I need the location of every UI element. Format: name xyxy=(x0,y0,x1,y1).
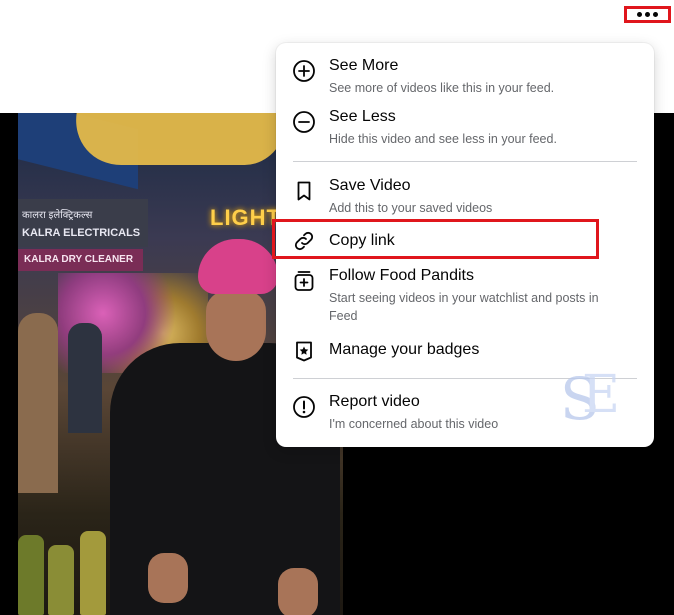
bystander-left xyxy=(18,313,58,493)
plus-circle-icon xyxy=(293,60,315,82)
menu-divider xyxy=(293,161,637,162)
bookmark-icon xyxy=(297,181,311,201)
minus-circle-icon xyxy=(293,111,315,133)
menu-item-save-video[interactable]: Save Video Add this to your saved videos xyxy=(276,173,654,221)
menu-item-description: Start seeing videos in your watchlist an… xyxy=(329,291,599,323)
shop-sign-english: KALRA ELECTRICALS xyxy=(22,227,141,239)
bottle xyxy=(80,531,106,615)
shop-sign-cleaner-text: KALRA DRY CLEANER xyxy=(24,254,134,265)
more-horizontal-icon xyxy=(653,12,658,17)
menu-item-follow[interactable]: Follow Food Pandits Start seeing videos … xyxy=(276,263,654,327)
menu-item-description: Hide this video and see less in your fee… xyxy=(329,132,557,146)
more-horizontal-icon xyxy=(645,12,650,17)
badge-star-icon xyxy=(296,341,312,362)
more-options-button[interactable] xyxy=(624,6,671,23)
bystander-middle xyxy=(68,323,102,433)
bottle xyxy=(18,535,44,615)
menu-item-see-less[interactable]: See Less Hide this video and see less in… xyxy=(276,104,654,152)
shop-sign-hindi: कालरा इलेक्ट्रिकल्स xyxy=(22,210,93,221)
watermark-logo: SE xyxy=(560,365,620,433)
vendor-left-hand xyxy=(148,553,188,603)
copy-link-highlight xyxy=(272,219,599,259)
menu-item-description: See more of videos like this in your fee… xyxy=(329,81,555,95)
menu-item-see-more[interactable]: See More See more of videos like this in… xyxy=(276,53,654,101)
shop-sign-cleaner: KALRA DRY CLEANER xyxy=(18,249,143,271)
neon-sign: LIGHT xyxy=(210,205,281,230)
menu-item-description: Add this to your saved videos xyxy=(329,201,493,215)
menu-item-title: Report video xyxy=(329,393,420,410)
menu-item-title: Save Video xyxy=(329,177,411,194)
vendor-right-hand xyxy=(278,568,318,615)
more-horizontal-icon xyxy=(637,12,642,17)
yellow-canopy xyxy=(69,113,287,165)
oil-bottles xyxy=(18,523,118,615)
shop-sign-electricals: कालरा इलेक्ट्रिकल्स KALRA ELECTRICALS xyxy=(18,199,148,247)
bottle xyxy=(48,545,74,615)
menu-item-title: See More xyxy=(329,57,399,74)
menu-item-title: Manage your badges xyxy=(329,341,480,358)
menu-item-title: See Less xyxy=(329,108,396,125)
report-alert-icon xyxy=(293,396,315,418)
vendor-face xyxy=(206,291,266,361)
follow-watchlist-icon xyxy=(294,271,314,291)
vendor-pink-turban xyxy=(198,239,278,294)
menu-item-title: Follow Food Pandits xyxy=(329,267,474,284)
